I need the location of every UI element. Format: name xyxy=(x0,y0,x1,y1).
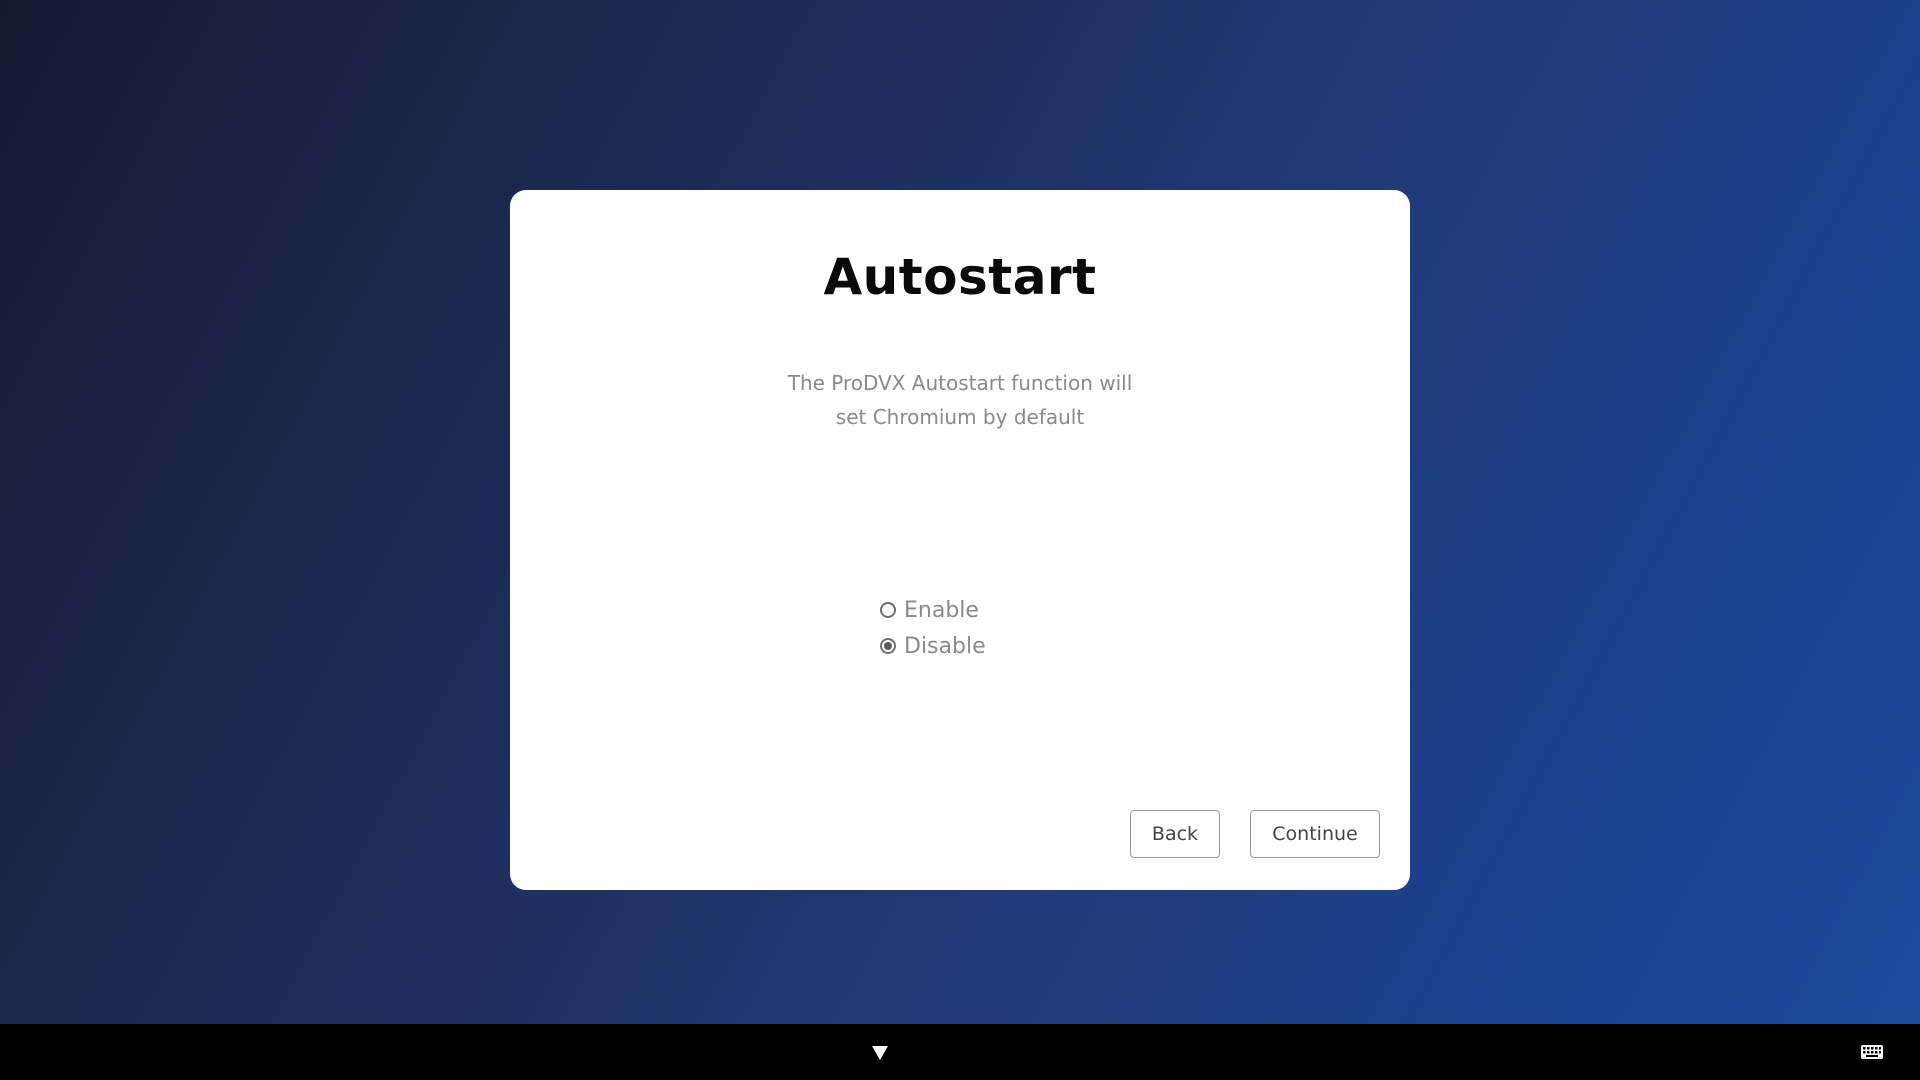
radio-button-disable[interactable] xyxy=(880,638,896,654)
system-navigation-bar xyxy=(0,1024,1920,1080)
back-button[interactable]: Back xyxy=(1130,810,1220,858)
chevron-down-icon[interactable] xyxy=(871,1044,889,1062)
continue-button[interactable]: Continue xyxy=(1250,810,1380,858)
dialog-description: The ProDVX Autostart function will set C… xyxy=(510,366,1410,434)
autostart-radio-group: Enable Disable xyxy=(880,592,986,664)
description-line: set Chromium by default xyxy=(835,405,1085,429)
dialog-title: Autostart xyxy=(823,248,1097,306)
autostart-dialog: Autostart The ProDVX Autostart function … xyxy=(510,190,1410,890)
radio-option-disable[interactable]: Disable xyxy=(880,628,986,664)
radio-label-disable[interactable]: Disable xyxy=(904,634,986,659)
description-line: The ProDVX Autostart function will xyxy=(787,371,1133,395)
keyboard-icon[interactable] xyxy=(1860,1042,1884,1062)
radio-button-enable[interactable] xyxy=(880,602,896,618)
radio-label-enable[interactable]: Enable xyxy=(904,598,979,623)
radio-option-enable[interactable]: Enable xyxy=(880,592,986,628)
